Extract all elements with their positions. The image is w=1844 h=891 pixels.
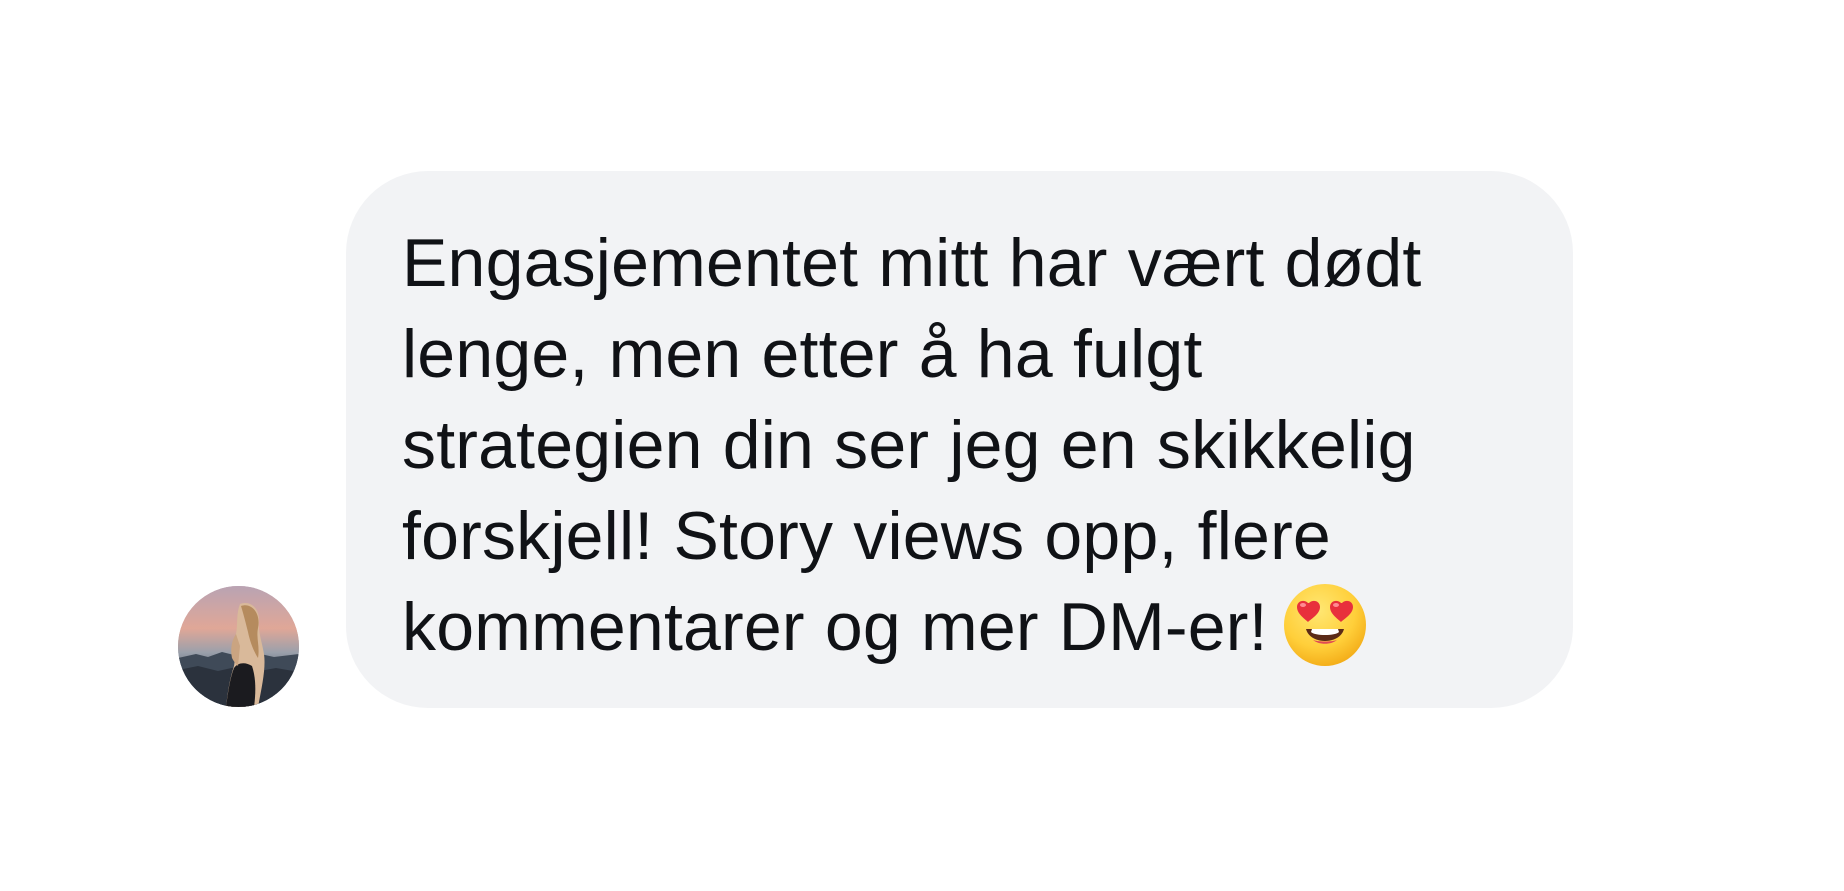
message-row: Engasjementet mitt har vært dødt lenge, … xyxy=(0,0,1844,891)
avatar-photo xyxy=(178,586,299,707)
smiling-face-with-heart-eyes-icon xyxy=(1282,582,1368,668)
avatar[interactable] xyxy=(178,586,299,707)
message-text: Engasjementet mitt har vært dødt lenge, … xyxy=(402,218,1523,673)
message-bubble[interactable]: Engasjementet mitt har vært dødt lenge, … xyxy=(346,171,1573,708)
message-body: Engasjementet mitt har vært dødt lenge, … xyxy=(402,225,1422,665)
